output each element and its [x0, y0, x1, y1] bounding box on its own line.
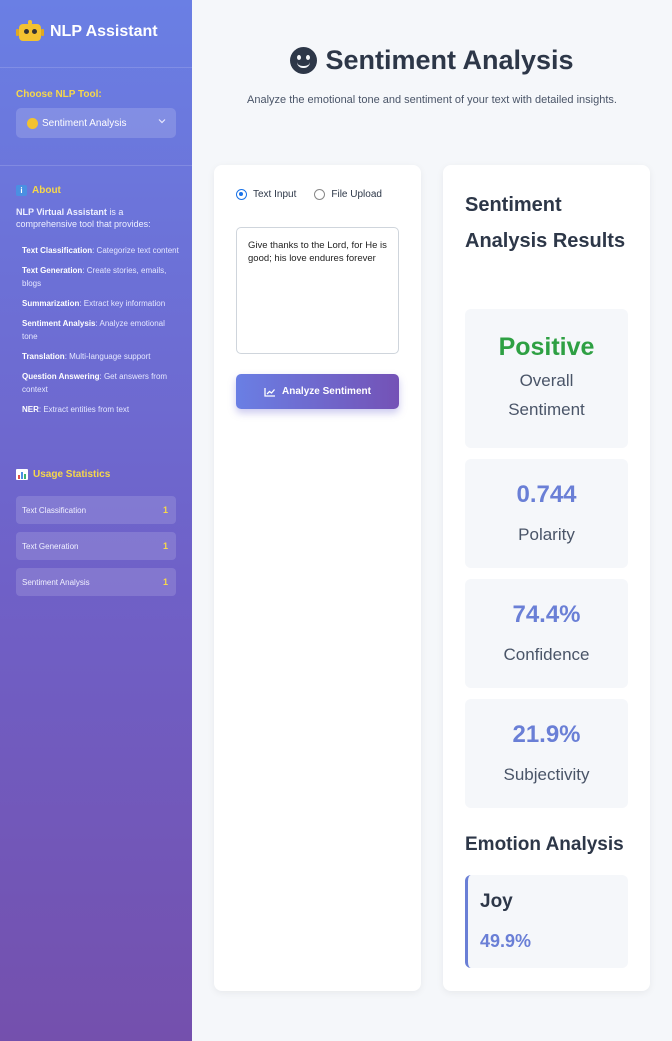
- trend-chart-icon: [264, 387, 276, 397]
- text-input-radio[interactable]: [236, 189, 247, 200]
- divider: [0, 67, 192, 68]
- usage-stats-heading: Usage Statistics: [16, 469, 110, 480]
- confidence-value: 74.4%: [512, 601, 581, 628]
- file-upload-radio[interactable]: [314, 189, 326, 200]
- polarity-label: Polarity: [518, 525, 575, 544]
- emotion-card-joy: Joy 49.9%: [465, 875, 628, 968]
- results-title: Sentiment Analysis Results: [465, 194, 626, 252]
- chevron-down-icon: [158, 116, 166, 126]
- page-title: Sentiment Analysis: [192, 45, 672, 76]
- confidence-card: 74.4% Confidence: [465, 579, 628, 688]
- app-title: NLP Assistant: [50, 23, 158, 40]
- text-input-area[interactable]: Give thanks to the Lord, for He is good;…: [236, 227, 399, 354]
- emotion-analysis-title: Emotion Analysis: [465, 834, 624, 855]
- list-item: Sentiment Analysis: Analyze emotional to…: [22, 319, 165, 341]
- tool-select[interactable]: Sentiment Analysis: [16, 108, 176, 138]
- stat-label: Text Generation: [22, 541, 79, 551]
- overall-sentiment-card: Positive Overall Sentiment: [465, 309, 628, 448]
- emotion-name: Joy: [480, 891, 513, 912]
- info-icon: i: [16, 185, 27, 196]
- tool-select-value: Sentiment Analysis: [42, 117, 127, 129]
- polarity-card: 0.744 Polarity: [465, 459, 628, 568]
- choose-tool-label: Choose NLP Tool:: [16, 89, 102, 100]
- confidence-label: Confidence: [503, 645, 590, 664]
- list-item: Text Classification: Categorize text con…: [22, 246, 179, 255]
- page-title-text: Sentiment Analysis: [325, 45, 574, 75]
- about-title: About: [32, 185, 61, 196]
- input-mode-group: Text Input File Upload: [236, 189, 382, 200]
- list-item: Text Generation: Create stories, emails,…: [22, 266, 167, 288]
- stat-item-text-generation: Text Generation 1: [16, 532, 176, 560]
- list-item: Question Answering: Get answers from con…: [22, 372, 168, 394]
- stat-count: 1: [162, 505, 168, 515]
- file-upload-label[interactable]: File Upload: [331, 189, 382, 200]
- stat-label: Text Classification: [22, 505, 87, 515]
- stat-count: 1: [162, 577, 168, 587]
- brand: NLP Assistant: [16, 20, 158, 44]
- stat-item-text-classification: Text Classification 1: [16, 496, 176, 524]
- analyze-button-label: Analyze Sentiment: [282, 386, 371, 397]
- smile-icon: [27, 117, 38, 129]
- stat-item-sentiment-analysis: Sentiment Analysis 1: [16, 568, 176, 596]
- text-input-label[interactable]: Text Input: [253, 189, 296, 200]
- overall-sentiment-value: Positive: [498, 333, 595, 361]
- results-card: [443, 165, 650, 991]
- bar-chart-icon: [16, 469, 28, 480]
- robot-icon: [16, 20, 44, 44]
- stat-count: 1: [162, 541, 168, 551]
- polarity-value: 0.744: [516, 481, 577, 508]
- subjectivity-card: 21.9% Subjectivity: [465, 699, 628, 808]
- divider: [0, 165, 192, 166]
- stat-label: Sentiment Analysis: [22, 577, 90, 587]
- about-text: NLP Virtual Assistant is a comprehensive…: [16, 206, 180, 230]
- subjectivity-value: 21.9%: [512, 721, 581, 748]
- about-intro-bold: NLP Virtual Assistant: [16, 207, 107, 217]
- subjectivity-label: Subjectivity: [503, 765, 590, 784]
- page-subtitle: Analyze the emotional tone and sentiment…: [247, 94, 617, 106]
- list-item: Summarization: Extract key information: [22, 299, 166, 308]
- smile-icon: [290, 47, 318, 74]
- analyze-sentiment-button[interactable]: Analyze Sentiment: [236, 374, 399, 409]
- overall-sentiment-label: Overall Sentiment: [508, 371, 585, 419]
- emotion-percentage: 49.9%: [480, 931, 532, 951]
- usage-stats-title: Usage Statistics: [33, 469, 111, 480]
- list-item: NER: Extract entities from text: [22, 405, 130, 414]
- feature-list: Text Classification: Categorize text con…: [22, 244, 182, 423]
- list-item: Translation: Multi-language support: [22, 352, 151, 361]
- sidebar: NLP Assistant Choose NLP Tool: Sentiment…: [0, 0, 192, 1041]
- about-heading: i About: [16, 185, 61, 196]
